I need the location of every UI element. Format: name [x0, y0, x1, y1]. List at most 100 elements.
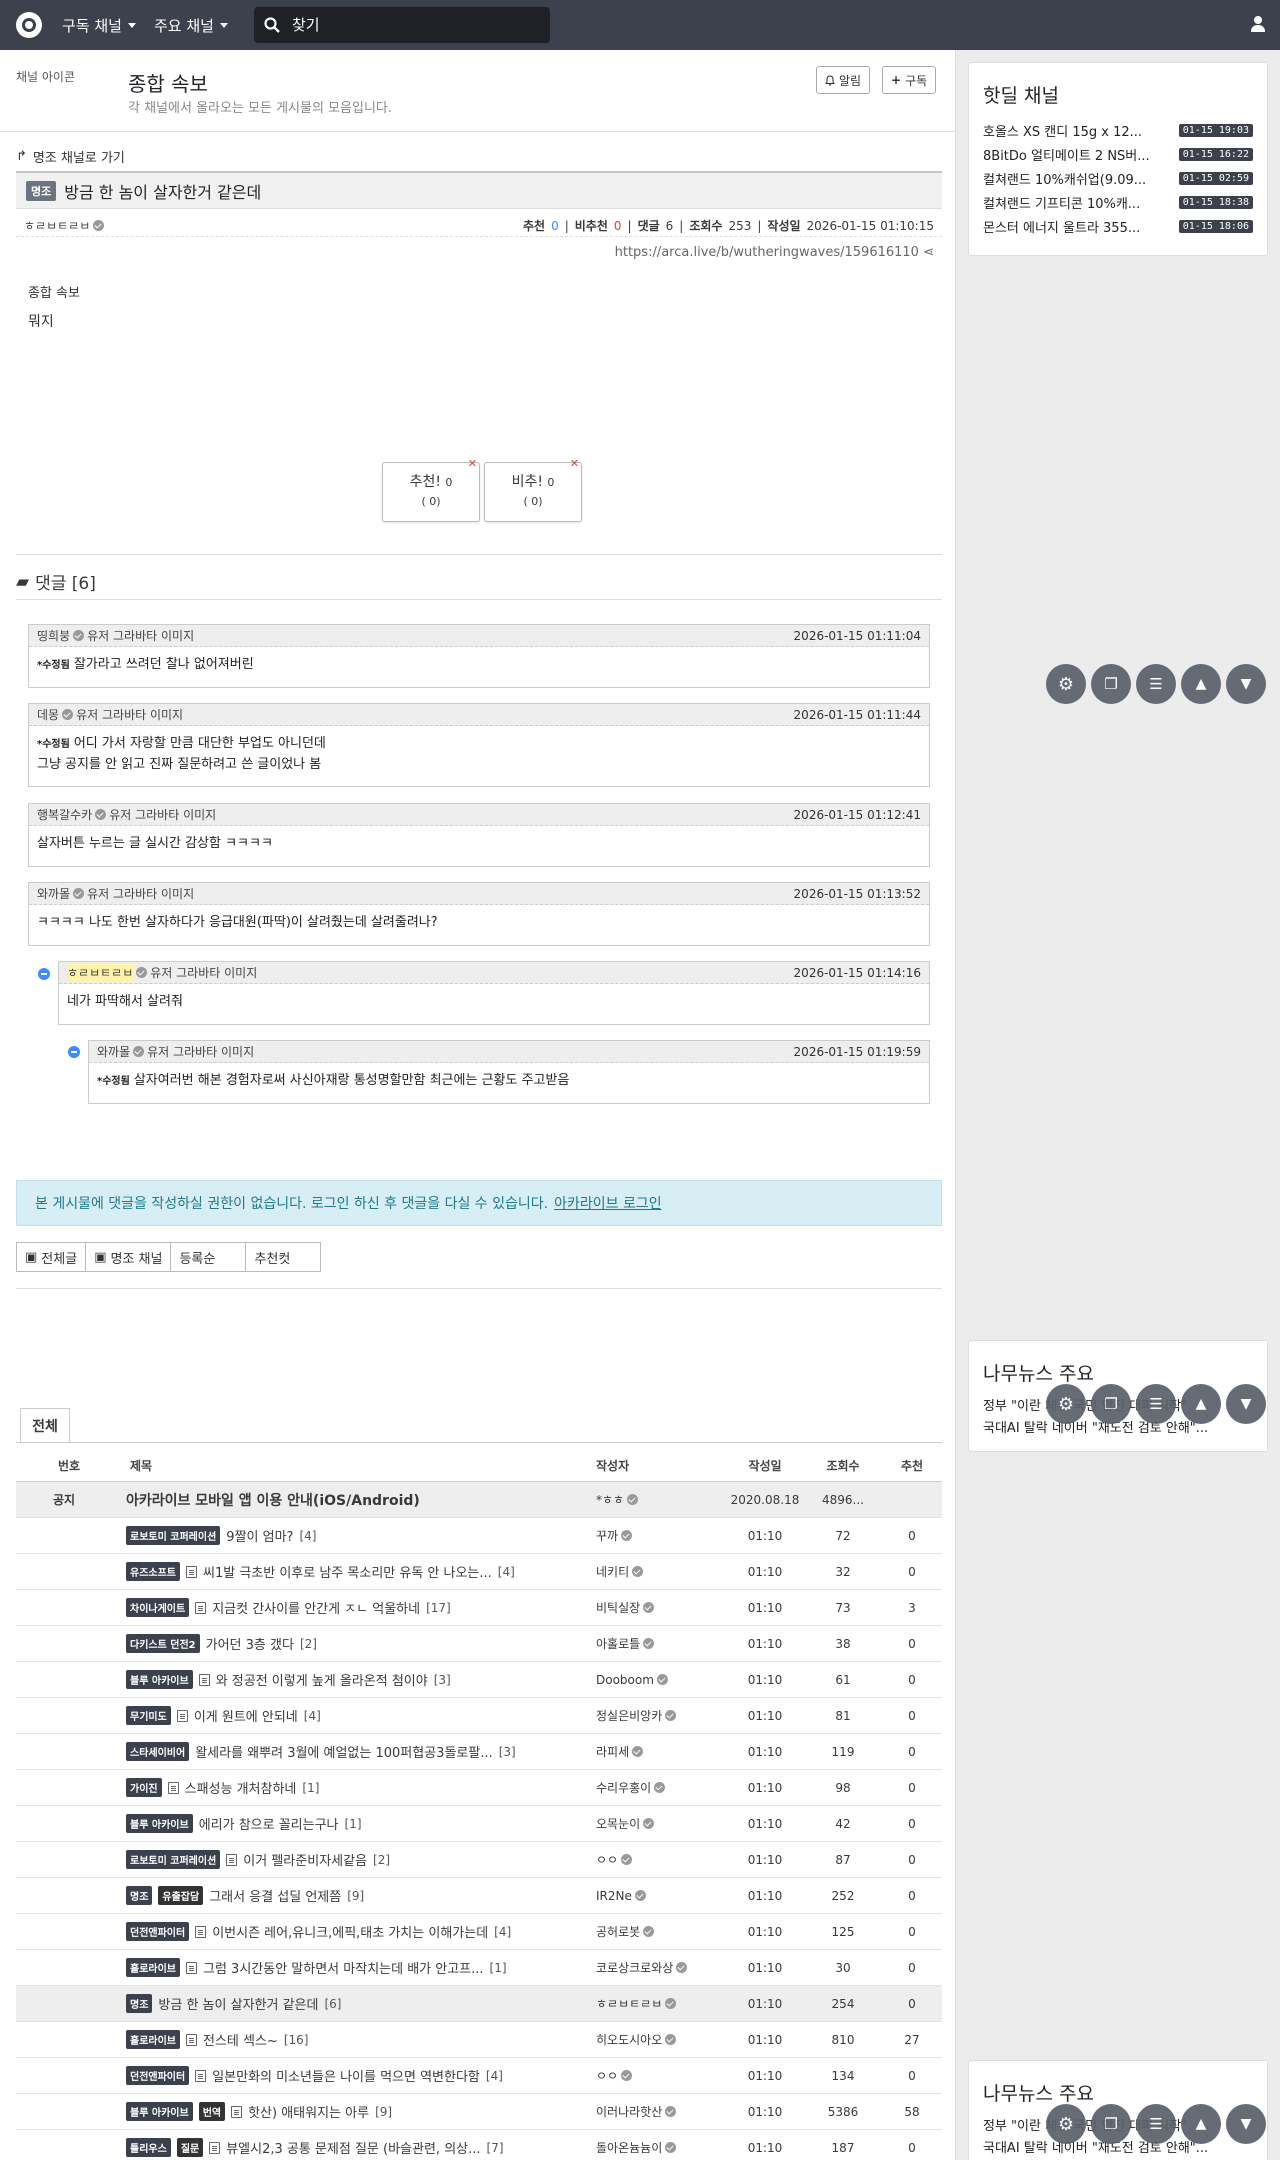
- scroll-down-button[interactable]: ▼: [1226, 2104, 1266, 2144]
- post-title[interactable]: 이거 펠라준비자세같음: [243, 1850, 367, 1869]
- scroll-down-button[interactable]: ▼: [1226, 1384, 1266, 1424]
- category-badge[interactable]: 차이나게이트: [126, 1598, 190, 1617]
- upvote-button[interactable]: ✕ 추천! 0 ( 0): [382, 457, 480, 522]
- post-row[interactable]: 다키스트 던전2 가어던 3층 갰다 [2] 아홀로틀 01:10 38 0: [16, 1626, 942, 1662]
- hotdeal-title[interactable]: 핫딜 채널: [969, 63, 1267, 118]
- site-logo[interactable]: [16, 12, 42, 38]
- category-badge[interactable]: 로보토미 코퍼레이션: [126, 1526, 221, 1545]
- list-button[interactable]: ☰: [1136, 2104, 1176, 2144]
- login-link[interactable]: 아카라이브 로그인: [554, 1193, 662, 1213]
- hotdeal-item[interactable]: 컬쳐랜드 기프티콘 10%캐... 01-15 18:38: [969, 190, 1267, 214]
- settings-button[interactable]: ⚙: [1046, 2104, 1086, 2144]
- list-button[interactable]: ☰: [1136, 664, 1176, 704]
- post-row[interactable]: 유즈소프트 씨1발 극초반 이후로 남주 목소리만 유독 안 나오는... [4] 네…: [16, 1554, 942, 1590]
- go-channel-link[interactable]: ↱ 명조 채널로 가기: [16, 146, 942, 166]
- post-row[interactable]: 블루 아카이브 에리가 참으로 꼴리는구나 [1] 오목눈이 01:10 42 0: [16, 1806, 942, 1842]
- post-author[interactable]: 오목눈이: [596, 1815, 726, 1832]
- post-title[interactable]: 가어던 3층 갰다: [206, 1634, 294, 1653]
- category-badge[interactable]: 가이진: [126, 1778, 162, 1797]
- scroll-down-button[interactable]: ▼: [1226, 664, 1266, 704]
- post-row[interactable]: 홀로라이브 그럼 3시간동안 말하면서 마작치는데 배가 안고프... [1] 코로상…: [16, 1950, 942, 1986]
- post-title[interactable]: 지금컷 간사이를 안간게 ㅈㄴ 억울하네: [212, 1598, 420, 1617]
- post-author[interactable]: 히오도시아오: [596, 2031, 726, 2048]
- settings-button[interactable]: ⚙: [1046, 664, 1086, 704]
- filter-channel[interactable]: ▣ 명조 채널: [85, 1242, 172, 1272]
- scroll-up-button[interactable]: ▲: [1181, 664, 1221, 704]
- post-row[interactable]: 홀로라이브 전스테 섹스~ [16] 히오도시아오 01:10 810 27: [16, 2022, 942, 2058]
- post-title[interactable]: 핫산) 애태워지는 아루: [248, 2102, 369, 2121]
- post-row[interactable]: 스타세이비어 왈세라를 왜뿌려 3월에 예얼없는 100퍼협공3돌로팔... [3]…: [16, 1734, 942, 1770]
- post-title[interactable]: 방금 한 놈이 살자한거 같은데: [158, 1994, 318, 2013]
- filter-all-posts[interactable]: ▣ 전체글: [16, 1242, 87, 1272]
- category-badge[interactable]: 홀로라이브: [126, 1958, 180, 1977]
- category-badge[interactable]: 블루 아카이브: [126, 2102, 193, 2121]
- category-badge[interactable]: 무기미도: [126, 1706, 171, 1725]
- post-author[interactable]: 돌아온늄늄이: [596, 2139, 726, 2156]
- comment-author[interactable]: 와까몰: [37, 885, 70, 902]
- post-title[interactable]: 씨1발 극초반 이후로 남주 목소리만 유독 안 나오는...: [203, 1562, 492, 1581]
- category-badge[interactable]: 틀리우스: [126, 2138, 171, 2157]
- subscribe-button[interactable]: + 구독: [882, 66, 937, 94]
- post-title[interactable]: 왈세라를 왜뿌려 3월에 예얼없는 100퍼협공3돌로팔...: [195, 1742, 493, 1761]
- post-author[interactable]: ㅎㄹㅂㅌㄹㅂ: [596, 1995, 726, 2012]
- list-button[interactable]: ☰: [1136, 1384, 1176, 1424]
- alarm-button[interactable]: 알림: [816, 66, 871, 94]
- post-title[interactable]: 전스테 섹스~: [203, 2030, 278, 2049]
- post-row[interactable]: 블루 아카이브 와 정공전 이렇게 높게 올라온적 첨이야 [3] Dooboom 01…: [16, 1662, 942, 1698]
- post-author[interactable]: Dooboom: [596, 1673, 726, 1687]
- comments-button[interactable]: ❐: [1091, 664, 1131, 704]
- sort-by-recommend[interactable]: 추천컷: [245, 1242, 322, 1272]
- post-row[interactable]: 명조 방금 한 놈이 살자한거 같은데 [6] ㅎㄹㅂㅌㄹㅂ 01:10 254 0: [16, 1986, 942, 2022]
- post-row[interactable]: 명조 유출잡담 그래서 응결 섭딜 언제쯤 [9] IR2Ne 01:10 252 0: [16, 1878, 942, 1914]
- comment-author[interactable]: 데몽: [37, 706, 59, 723]
- post-author[interactable]: 비틱실장: [596, 1599, 726, 1616]
- post-author[interactable]: 정실은비앙카: [596, 1707, 726, 1724]
- category-badge[interactable]: 던전앤파이터: [126, 1922, 190, 1941]
- article-url[interactable]: https://arca.live/b/wutheringwaves/15961…: [16, 245, 942, 265]
- post-title[interactable]: 그래서 응결 섭딜 언제쯤: [209, 1886, 341, 1905]
- scroll-up-button[interactable]: ▲: [1181, 2104, 1221, 2144]
- post-author[interactable]: 라피세: [596, 1743, 726, 1760]
- post-title[interactable]: 이번시즌 레어,유니크,에픽,태초 가치는 이해가는데: [212, 1922, 488, 1941]
- board-title[interactable]: 종합 속보: [128, 68, 208, 97]
- hotdeal-item[interactable]: 컬쳐랜드 10%캐쉬업(9.09... 01-15 02:59: [969, 166, 1267, 190]
- category-badge[interactable]: 스타세이비어: [126, 1742, 190, 1761]
- article-author[interactable]: ㅎㄹㅂㅌㄹㅂ: [24, 217, 105, 234]
- comment-author[interactable]: ㅎㄹㅂㅌㄹㅂ: [67, 964, 134, 981]
- comments-button[interactable]: ❐: [1091, 2104, 1131, 2144]
- post-title[interactable]: 일본만화의 미소년들은 나이를 먹으면 역변한다함: [212, 2066, 480, 2085]
- post-row[interactable]: 가이진 스패성능 개처참하네 [1] 수리우홍이 01:10 98 0: [16, 1770, 942, 1806]
- post-row[interactable]: 로보토미 코퍼레이션 9짤이 엄마? [4] 꾸까 01:10 72 0: [16, 1518, 942, 1554]
- category-badge[interactable]: 명조: [126, 1886, 153, 1905]
- post-author[interactable]: 아홀로틀: [596, 1635, 726, 1652]
- hotdeal-item[interactable]: 호올스 XS 캔디 15g x 12... 01-15 19:03: [969, 118, 1267, 142]
- comments-button[interactable]: ❐: [1091, 1384, 1131, 1424]
- category-badge[interactable]: 유즈소프트: [126, 1562, 180, 1581]
- tab-all[interactable]: 전체: [20, 1408, 70, 1442]
- post-row[interactable]: 로보토미 코퍼레이션 이거 펠라준비자세같음 [2] ㅇㅇ 01:10 87 0: [16, 1842, 942, 1878]
- post-row[interactable]: 틀리우스 질문 뷰엘시2,3 공통 문제점 질문 (바슬관련, 의상... [7] 돌아…: [16, 2130, 942, 2160]
- post-author[interactable]: 꾸까: [596, 1527, 726, 1544]
- comment-author[interactable]: 와까몰: [97, 1043, 130, 1060]
- post-title[interactable]: 그럼 3시간동안 말하면서 마작치는데 배가 안고프...: [203, 1958, 484, 1977]
- post-title[interactable]: 뷰엘시2,3 공통 문제점 질문 (바슬관련, 의상...: [226, 2138, 480, 2157]
- category-badge[interactable]: 다키스트 던전2: [126, 1634, 200, 1653]
- post-author[interactable]: 네키티: [596, 1563, 726, 1580]
- hotdeal-item[interactable]: 몬스터 에너지 울트라 355... 01-15 18:06: [969, 214, 1267, 238]
- post-row[interactable]: 차이나게이트 지금컷 간사이를 안간게 ㅈㄴ 억울하네 [17] 비틱실장 01:10 7…: [16, 1590, 942, 1626]
- post-author[interactable]: 이러나라핫산: [596, 2103, 726, 2120]
- category-badge[interactable]: 로보토미 코퍼레이션: [126, 1850, 221, 1869]
- post-title[interactable]: 스패성능 개처참하네: [185, 1778, 297, 1797]
- hotdeal-item[interactable]: 8BitDo 얼티메이트 2 NS버... 01-15 16:22: [969, 142, 1267, 166]
- category-badge[interactable]: 홀로라이브: [126, 2030, 180, 2049]
- major-channels-menu[interactable]: 주요 채널: [154, 15, 228, 36]
- category-badge[interactable]: 명조: [126, 1994, 153, 2013]
- post-author[interactable]: ㅇㅇ: [596, 1851, 726, 1868]
- user-icon[interactable]: [1250, 15, 1266, 37]
- category-badge[interactable]: 블루 아카이브: [126, 1670, 193, 1689]
- post-row[interactable]: 던전앤파이터 이번시즌 레어,유니크,에픽,태초 가치는 이해가는데 [4] 공허로봇…: [16, 1914, 942, 1950]
- post-author[interactable]: IR2Ne: [596, 1889, 726, 1903]
- comment-author[interactable]: 띵희붕: [37, 627, 70, 644]
- sort-by-date[interactable]: 등록순: [170, 1242, 247, 1272]
- post-title[interactable]: 와 정공전 이렇게 높게 올라온적 첨이야: [216, 1670, 428, 1689]
